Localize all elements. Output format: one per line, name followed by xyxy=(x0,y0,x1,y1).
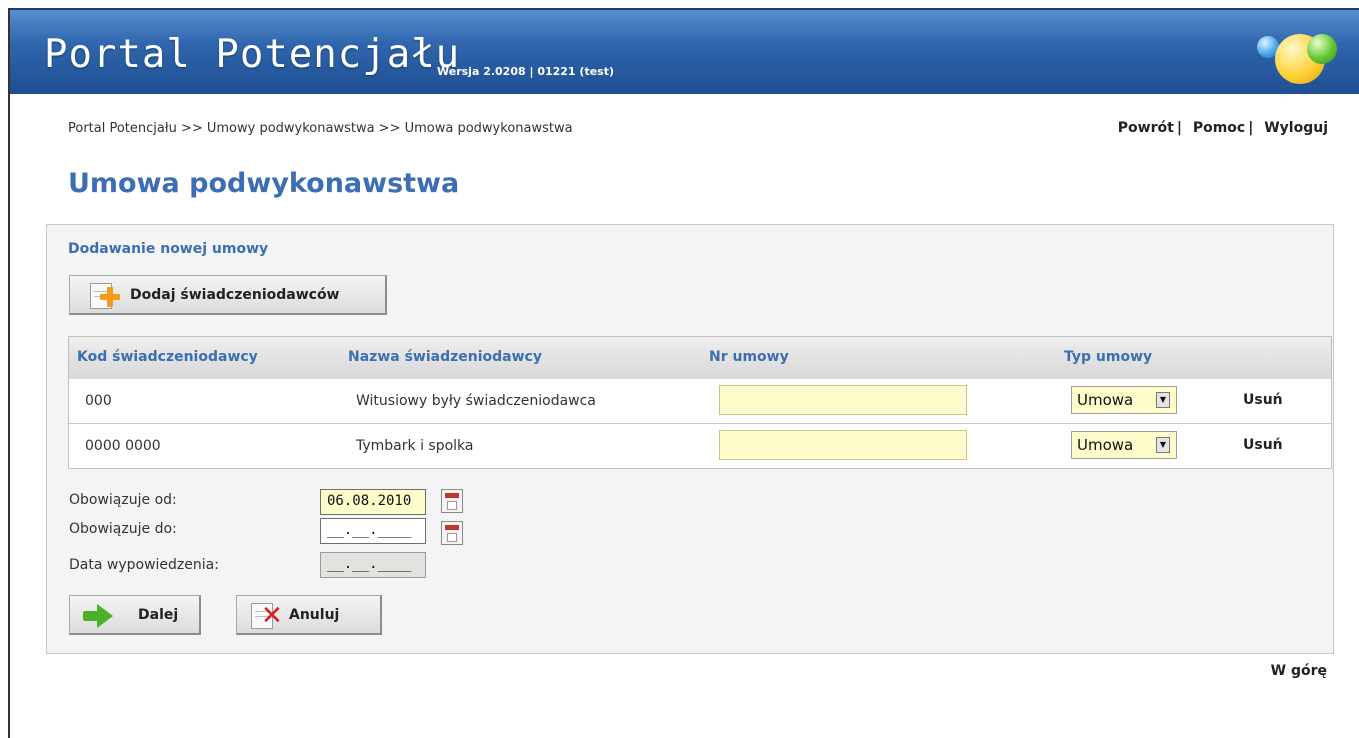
logo-bubbles-icon xyxy=(1245,24,1341,86)
delete-row-link[interactable]: Usuń xyxy=(1243,392,1283,408)
provider-name: Tymbark i spolka xyxy=(356,438,474,454)
cancel-button[interactable]: ✕ Anuluj xyxy=(236,595,382,635)
dropdown-arrow-icon[interactable]: ▼ xyxy=(1156,437,1170,453)
separator: | xyxy=(1176,120,1182,136)
section-title: Dodawanie nowej umowy xyxy=(68,241,269,257)
help-link[interactable]: Pomoc xyxy=(1193,120,1245,136)
window-frame-left xyxy=(8,8,10,738)
column-header-code: Kod świadczeniodawcy xyxy=(77,349,258,365)
back-link[interactable]: Powrót xyxy=(1118,120,1174,136)
termination-date-label: Data wypowiedzenia: xyxy=(69,557,219,573)
table-row: 000 Witusiowy były świadczeniodawca Umow… xyxy=(69,379,1331,424)
app-title: Portal Potencjału xyxy=(44,32,461,77)
valid-from-value: 06.08.2010 xyxy=(327,493,412,509)
provider-code: 0000 0000 xyxy=(85,438,161,454)
breadcrumb: Portal Potencjału >> Umowy podwykonawstw… xyxy=(68,121,573,136)
termination-date-value: __.__.____ xyxy=(327,556,412,572)
contract-number-input[interactable] xyxy=(719,385,967,415)
table-header: Kod świadczeniodawcy Nazwa świadzeniodaw… xyxy=(69,337,1331,380)
document-red-x-icon: ✕ xyxy=(247,600,287,630)
top-links: Powrót | Pomoc | Wyloguj xyxy=(1118,120,1328,136)
add-providers-button[interactable]: Dodaj świadczeniodawców xyxy=(69,275,387,315)
page-title: Umowa podwykonawstwa xyxy=(68,168,460,199)
provider-code: 000 xyxy=(85,393,112,409)
cancel-label: Anuluj xyxy=(289,606,340,623)
green-arrow-right-icon xyxy=(80,600,120,630)
column-header-type: Typ umowy xyxy=(1064,349,1153,365)
provider-name: Witusiowy były świadczeniodawca xyxy=(356,393,596,409)
logout-link[interactable]: Wyloguj xyxy=(1264,120,1328,136)
valid-from-label: Obowiązuje od: xyxy=(69,492,177,508)
calendar-icon[interactable] xyxy=(441,521,463,545)
add-providers-label: Dodaj świadczeniodawców xyxy=(130,286,340,303)
document-plus-icon xyxy=(86,280,126,310)
valid-from-input[interactable]: 06.08.2010 xyxy=(320,489,426,515)
contract-type-value: Umowa xyxy=(1077,391,1134,409)
column-header-contract-no: Nr umowy xyxy=(709,349,789,365)
next-button[interactable]: Dalej xyxy=(69,595,201,635)
valid-to-label: Obowiązuje do: xyxy=(69,521,177,537)
table-row: 0000 0000 Tymbark i spolka Umowa ▼ Usuń xyxy=(69,424,1331,468)
delete-row-link[interactable]: Usuń xyxy=(1243,437,1283,453)
form-panel: Dodawanie nowej umowy Dodaj świadczeniod… xyxy=(46,224,1334,654)
next-label: Dalej xyxy=(138,606,179,623)
valid-to-value: __.__.____ xyxy=(327,522,412,538)
valid-to-input[interactable]: __.__.____ xyxy=(320,518,426,544)
termination-date-input: __.__.____ xyxy=(320,552,426,578)
app-version: Wersja 2.0208 | 01221 (test) xyxy=(437,65,614,78)
providers-table: Kod świadczeniodawcy Nazwa świadzeniodaw… xyxy=(68,336,1332,469)
contract-type-select[interactable]: Umowa ▼ xyxy=(1071,431,1177,459)
column-header-name: Nazwa świadzeniodawcy xyxy=(348,349,542,365)
calendar-icon[interactable] xyxy=(441,489,463,513)
dropdown-arrow-icon[interactable]: ▼ xyxy=(1156,392,1170,408)
contract-number-input[interactable] xyxy=(719,430,967,460)
contract-type-value: Umowa xyxy=(1077,436,1134,454)
back-to-top-link[interactable]: W górę xyxy=(1271,663,1327,679)
separator: | xyxy=(1248,120,1254,136)
contract-type-select[interactable]: Umowa ▼ xyxy=(1071,386,1177,414)
app-header: Portal Potencjału Wersja 2.0208 | 01221 … xyxy=(10,8,1359,94)
